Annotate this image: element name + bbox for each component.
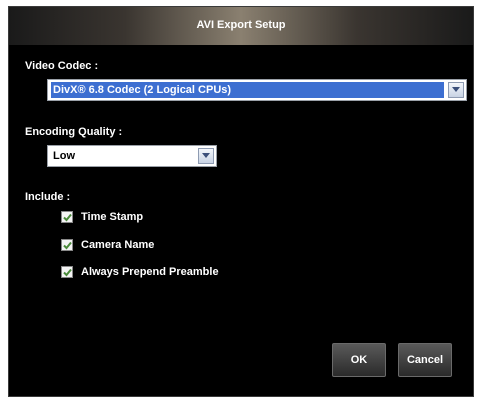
time-stamp-checkbox[interactable] bbox=[61, 211, 73, 223]
checkmark-icon bbox=[62, 213, 72, 221]
dialog-titlebar[interactable]: AVI Export Setup bbox=[9, 7, 473, 45]
video-codec-select[interactable]: DivX® 6.8 Codec (2 Logical CPUs) bbox=[47, 79, 467, 101]
checkmark-icon bbox=[62, 268, 72, 276]
encoding-quality-select[interactable]: Low bbox=[47, 145, 217, 167]
encoding-quality-label: Encoding Quality : bbox=[25, 126, 123, 138]
ok-button[interactable]: OK bbox=[332, 343, 386, 377]
include-label: Include : bbox=[25, 191, 71, 203]
camera-name-option[interactable]: Camera Name bbox=[61, 238, 154, 252]
chevron-down-icon bbox=[202, 153, 210, 158]
video-codec-value: DivX® 6.8 Codec (2 Logical CPUs) bbox=[51, 82, 444, 98]
time-stamp-label: Time Stamp bbox=[81, 211, 144, 223]
always-prepend-preamble-checkbox[interactable] bbox=[61, 266, 73, 278]
checkmark-icon bbox=[62, 241, 72, 249]
camera-name-checkbox[interactable] bbox=[61, 239, 73, 251]
cancel-button[interactable]: Cancel bbox=[398, 343, 452, 377]
always-prepend-preamble-option[interactable]: Always Prepend Preamble bbox=[61, 265, 219, 279]
chevron-down-icon bbox=[452, 87, 460, 92]
always-prepend-preamble-label: Always Prepend Preamble bbox=[81, 266, 219, 278]
encoding-quality-value: Low bbox=[53, 150, 75, 162]
video-codec-dropdown-button[interactable] bbox=[448, 82, 464, 98]
dialog-title: AVI Export Setup bbox=[196, 19, 286, 31]
avi-export-dialog: AVI Export Setup Video Codec : DivX® 6.8… bbox=[8, 6, 474, 397]
camera-name-label: Camera Name bbox=[81, 239, 155, 251]
encoding-quality-dropdown-button[interactable] bbox=[198, 148, 214, 164]
time-stamp-option[interactable]: Time Stamp bbox=[61, 210, 143, 224]
video-codec-label: Video Codec : bbox=[25, 60, 99, 72]
